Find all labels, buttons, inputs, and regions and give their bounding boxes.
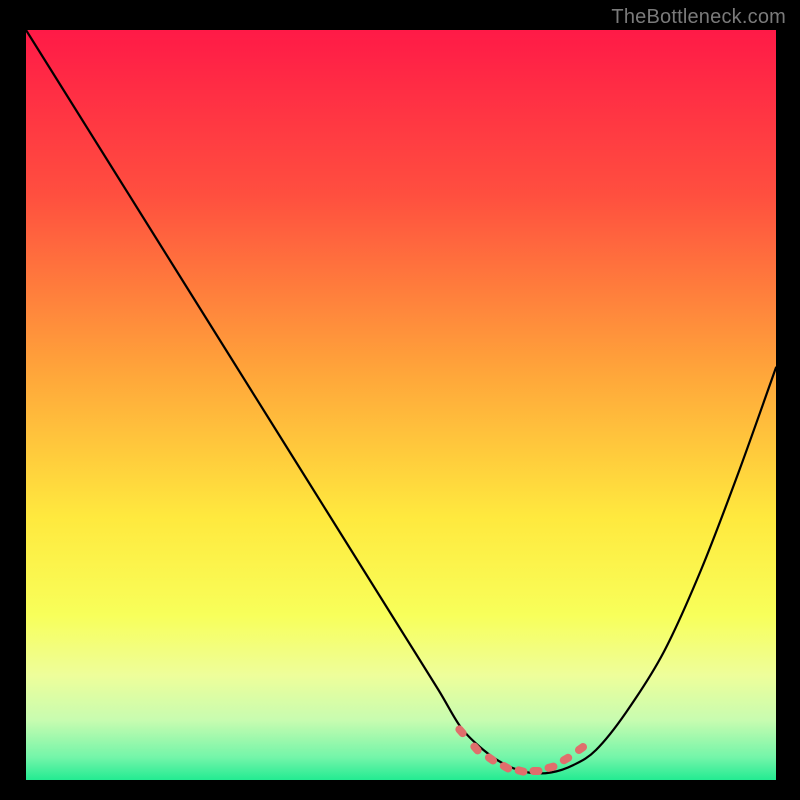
chart-background (26, 30, 776, 780)
highlight-mark (530, 767, 543, 775)
chart-plot (26, 30, 776, 780)
chart-frame: TheBottleneck.com (0, 0, 800, 800)
chart-svg (26, 30, 776, 780)
watermark-text: TheBottleneck.com (611, 6, 786, 29)
